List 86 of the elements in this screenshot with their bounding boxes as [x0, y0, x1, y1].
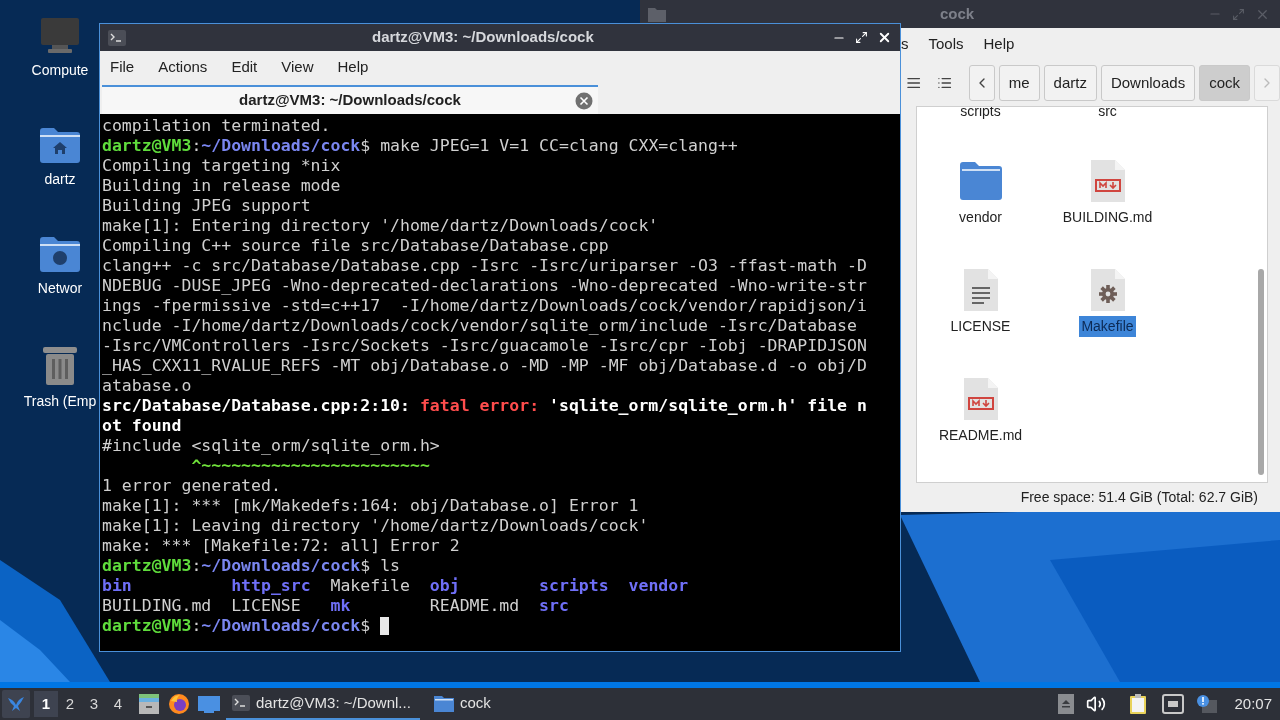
- terminal-line: bin http_src Makefile obj scripts vendor: [102, 576, 689, 596]
- home-folder-icon: [40, 127, 80, 163]
- terminal-line: nclude -I/home/dartz/Downloads/cock/vendor/sqlite_orm/include -Isrc/Database: [102, 316, 857, 336]
- eject-icon[interactable]: [1058, 694, 1075, 714]
- terminal-line: ^~~~~~~~~~~~~~~~~~~~~~~~: [190, 456, 430, 476]
- menu-item[interactable]: Edit: [231, 55, 258, 79]
- terminal-line: dartz@VM3:~/Downloads/cock$: [102, 616, 390, 636]
- window-title: cock: [940, 3, 975, 24]
- terminal-line: NDEBUG -DUSE_JPEG -Wno-deprecated-declarations -Wno-deprecated -Wno-write-str: [102, 276, 867, 296]
- computer-icon: [40, 18, 80, 54]
- menu-item[interactable]: Help: [982, 32, 1016, 56]
- desktop-icon-label[interactable]: Trash (Emp: [23, 391, 97, 412]
- terminal-line: 1 error generated.: [102, 476, 281, 496]
- network-icon[interactable]: [1162, 694, 1185, 714]
- breadcrumb-button[interactable]: me: [998, 65, 1040, 101]
- terminal-line: ings -fpermissive -std=c++17 -I/home/dartz/Downloads/cock/vendor/rapidjson/i: [102, 296, 867, 316]
- terminal-line: make[1]: Entering directory '/home/dartz/Downloads/cock': [102, 216, 659, 236]
- list-view-icon[interactable]: [937, 75, 953, 91]
- window-title: dartz@VM3: ~/Downloads/cock: [372, 27, 594, 48]
- menu-item[interactable]: s: [900, 32, 910, 56]
- workspace-button[interactable]: 1: [34, 691, 58, 717]
- clock[interactable]: 20:07: [1234, 692, 1272, 716]
- trash-icon: [43, 345, 77, 385]
- terminal-line: atabase.o: [102, 376, 192, 396]
- browser-icon[interactable]: [168, 693, 190, 715]
- terminal-line: dartz@VM3:~/Downloads/cock$ make JPEG=1 V=1 CC=clang CXX=clang++: [102, 136, 738, 156]
- terminal-line: clang++ -c src/Database/Database.cpp -Isrc -Isrc/uriparser -O3 -ffast-math -D: [102, 256, 867, 276]
- settings-file-icon: [1090, 269, 1125, 311]
- breadcrumb-button[interactable]: Downloads: [1100, 65, 1196, 101]
- breadcrumb-button[interactable]: dartz: [1043, 65, 1097, 101]
- terminal-line: src/Database/Database.cpp:2:10: fatal error: 'sqlite_orm/sqlite_orm.h' file n: [102, 396, 867, 416]
- maximize-icon[interactable]: [855, 31, 868, 44]
- file-name[interactable]: BUILDING.md: [1060, 207, 1155, 228]
- notification-icon[interactable]: [1196, 694, 1219, 714]
- breadcrumb-button[interactable]: cock: [1199, 65, 1250, 101]
- start-button[interactable]: [2, 690, 30, 718]
- status-text: Free space: 51.4 GiB (Total: 62.7 GiB): [1020, 488, 1258, 507]
- file-name[interactable]: Makefile: [1079, 316, 1136, 337]
- desktop-icon-label[interactable]: dartz: [44, 169, 76, 190]
- terminal-line: Building JPEG support: [102, 196, 311, 216]
- terminal-line: Compiling targeting *nix: [102, 156, 341, 176]
- terminal-icon: [108, 29, 126, 46]
- markdown-file-icon: [1090, 160, 1125, 202]
- scrollbar-thumb[interactable]: [1258, 269, 1264, 475]
- terminal-line: #include <sqlite_orm/sqlite_orm.h>: [102, 436, 440, 456]
- network-folder-icon: [40, 236, 80, 272]
- text-file-icon: [963, 269, 998, 311]
- show-desktop-icon[interactable]: [198, 694, 220, 714]
- terminal-line: BUILDING.md LICENSE mk README.md src: [102, 596, 569, 616]
- desktop-icon-label[interactable]: Compute: [31, 60, 89, 81]
- workspace-button[interactable]: 2: [58, 691, 82, 717]
- terminal-line: _HAS_CXX11_RVALUE_REFS -MT obj/Database.o -MD -MP -MF obj/Database.d -o obj/D: [102, 356, 867, 376]
- terminal-tab[interactable]: dartz@VM3: ~/Downloads/cock: [102, 85, 598, 114]
- menu-item[interactable]: Actions: [158, 55, 208, 79]
- workspace-button[interactable]: 4: [106, 691, 130, 717]
- folder-icon: [434, 694, 454, 712]
- terminal-line: dartz@VM3:~/Downloads/cock$ ls: [102, 556, 401, 576]
- terminal-line: make[1]: Leaving directory '/home/dartz/Downloads/cock': [102, 516, 649, 536]
- menu-item[interactable]: View: [281, 55, 314, 79]
- folder-icon: [959, 162, 1002, 200]
- menu-item[interactable]: Help: [337, 55, 369, 79]
- file-name[interactable]: LICENSE: [948, 316, 1013, 337]
- volume-icon[interactable]: [1086, 694, 1107, 714]
- terminal-line: -Isrc/VMControllers -Isrc/Sockets -Isrc/guacamole -Isrc/cpr -Iobj -DRAPIDJSON: [102, 336, 867, 356]
- file-name[interactable]: vendor: [957, 207, 1004, 228]
- workspace-button[interactable]: 3: [82, 691, 106, 717]
- menu-item[interactable]: File: [110, 55, 135, 79]
- terminal-icon: [232, 695, 250, 711]
- desktop-icon-label[interactable]: Networ: [37, 278, 83, 299]
- taskbar-task[interactable]: dartz@VM3: ~/Downl...: [226, 688, 420, 720]
- taskbar-task[interactable]: cock: [428, 688, 497, 720]
- menu-item[interactable]: Tools: [927, 32, 965, 56]
- terminal-line: ot found: [102, 416, 182, 436]
- file-name[interactable]: src: [1096, 107, 1119, 122]
- terminal-line: make: *** [Makefile:72: all] Error 2: [102, 536, 460, 556]
- bird-icon: [6, 694, 26, 714]
- close-icon[interactable]: [877, 30, 892, 45]
- terminal-line: compilation terminated.: [102, 116, 331, 136]
- markdown-file-icon: [963, 378, 998, 420]
- terminal-line: make[1]: *** [mk/Makedefs:164: obj/Database.o] Error 1: [102, 496, 639, 516]
- terminal-line: Building in release mode: [102, 176, 341, 196]
- file-name[interactable]: README.md: [936, 425, 1025, 446]
- file-cabinet-icon[interactable]: [138, 693, 160, 715]
- text-cursor: [380, 617, 390, 635]
- terminal-line: Compiling C++ source file src/Database/Database.cpp: [102, 236, 609, 256]
- compact-view-icon[interactable]: [906, 75, 922, 91]
